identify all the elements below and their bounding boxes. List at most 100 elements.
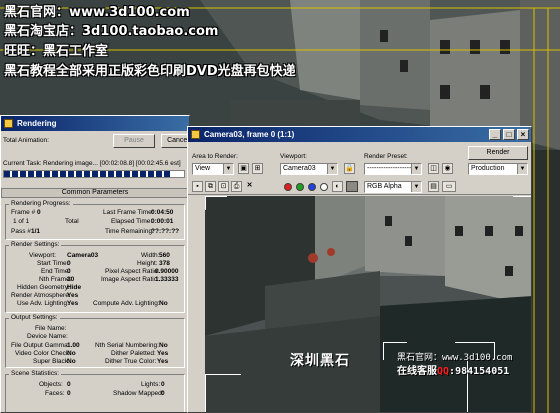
width-value: 560 bbox=[159, 252, 170, 259]
nth-serial-label: Nth Serial Numbering: bbox=[95, 342, 159, 349]
save-icon[interactable]: ▪ bbox=[192, 181, 203, 192]
super-black-label: Super Black: bbox=[33, 358, 70, 365]
common-parameters-rollout[interactable]: Common Parameters bbox=[1, 188, 189, 198]
frame-of-value: 1 of 1 bbox=[13, 218, 30, 225]
red-channel-icon[interactable] bbox=[284, 183, 292, 191]
print-icon[interactable]: ⎙ bbox=[231, 181, 242, 192]
scene-statistics-title: Scene Statistics: bbox=[9, 370, 62, 378]
lock-icon[interactable]: 🔒 bbox=[344, 163, 355, 174]
last-frame-time-value: 0:04:50 bbox=[151, 209, 174, 216]
rendered-image[interactable]: 深圳黑石 黑石官网：www.3d100.com 在线客服QQ:984154051 bbox=[205, 196, 531, 412]
video-color-check-label: Video Color Check: bbox=[15, 350, 71, 357]
height-value: 378 bbox=[159, 260, 170, 267]
dither-paletted-label: Dither Paletted: bbox=[111, 350, 156, 357]
toggle-ui-icon[interactable]: ▤ bbox=[428, 181, 439, 192]
pass-value: 1/1 bbox=[31, 228, 41, 235]
lights-value: 0 bbox=[161, 381, 165, 388]
render-setup-icon[interactable]: ◫ bbox=[428, 163, 439, 174]
rendering-dialog-title: Rendering bbox=[17, 119, 57, 128]
image-aspect-value: 1.33333 bbox=[155, 276, 179, 283]
teapot-icon bbox=[191, 130, 200, 139]
super-black-value: No bbox=[67, 358, 76, 365]
minimize-icon[interactable]: _ bbox=[489, 129, 501, 140]
watermark-brand: 深圳黑石 bbox=[290, 353, 350, 369]
compute-adv-lighting-label: Compute Adv. Lighting: bbox=[93, 300, 160, 307]
area-to-render-label: Area to Render: bbox=[192, 153, 238, 160]
use-adv-lighting-label: Use Adv. Lighting: bbox=[17, 300, 69, 307]
faces-value: 0 bbox=[67, 390, 71, 397]
progress-fill bbox=[4, 171, 172, 177]
render-atmosphere-label: Render Atmosphere: bbox=[11, 292, 71, 299]
rendering-progress-title: Rendering Progress: bbox=[9, 200, 73, 208]
end-time-value: 0 bbox=[67, 268, 71, 275]
clear-icon[interactable]: ✕ bbox=[244, 181, 255, 192]
hidden-geometry-value: Hide bbox=[67, 284, 82, 291]
render-preset-dropdown[interactable]: -------------------- ▼ bbox=[364, 163, 422, 175]
frame-window-titlebar[interactable]: Camera03, frame 0 (1:1) _ □ × bbox=[188, 127, 531, 142]
time-remaining-label: Time Remaining: bbox=[105, 228, 154, 235]
total-animation-label: Total Animation: bbox=[3, 137, 49, 144]
objects-value: 0 bbox=[67, 381, 71, 388]
elapsed-time-value: 0:00:01 bbox=[151, 218, 174, 225]
render-preset-label: Render Preset: bbox=[364, 153, 408, 160]
close-icon[interactable]: × bbox=[517, 129, 529, 140]
pause-button[interactable]: Pause bbox=[113, 134, 155, 148]
height-label: Height: bbox=[137, 260, 158, 267]
render-settings-title: Render Settings: bbox=[9, 241, 62, 249]
overlay-text-wangwang: 旺旺：黑石工作室 bbox=[4, 44, 109, 59]
file-name-label: File Name: bbox=[35, 325, 67, 332]
green-channel-icon[interactable] bbox=[296, 183, 304, 191]
render-button[interactable]: Render bbox=[468, 146, 528, 160]
dither-paletted-value: Yes bbox=[157, 350, 169, 357]
alpha-channel-icon[interactable] bbox=[320, 183, 328, 191]
frame-window-title: Camera03, frame 0 (1:1) bbox=[204, 130, 295, 139]
rendering-dialog-titlebar[interactable]: Rendering bbox=[1, 116, 189, 131]
edit-region-icon[interactable]: ▣ bbox=[238, 163, 249, 174]
current-task-progress-bar bbox=[3, 170, 185, 178]
chevron-down-icon: ▼ bbox=[327, 164, 337, 174]
output-settings-title: Output Settings: bbox=[9, 314, 60, 322]
start-time-value: 0 bbox=[67, 260, 71, 267]
file-output-gamma-value: 1.00 bbox=[67, 342, 80, 349]
file-output-gamma-label: File Output Gamma: bbox=[11, 342, 70, 349]
copy-icon[interactable]: ⧉ bbox=[205, 181, 216, 192]
viewport-dropdown[interactable]: Camera03 ▼ bbox=[280, 163, 338, 175]
toolbar-divider bbox=[188, 194, 531, 195]
common-parameters-label: Common Parameters bbox=[61, 189, 129, 196]
crop-corner-bottom-left bbox=[205, 374, 241, 412]
frame-value: 0 bbox=[37, 209, 41, 216]
maximize-icon[interactable]: □ bbox=[503, 129, 515, 140]
render-mode-value: Production bbox=[471, 165, 505, 172]
pixel-aspect-value: 0.90000 bbox=[155, 268, 179, 275]
frame-label: Frame # bbox=[11, 209, 36, 216]
toggle-overlay-icon[interactable]: ▭ bbox=[442, 181, 456, 192]
blue-channel-icon[interactable] bbox=[308, 183, 316, 191]
overlay-text-website: 黑石官网：www.3d100.com bbox=[4, 5, 190, 20]
current-task-label: Current Task: bbox=[3, 160, 42, 167]
watermark-qq: 在线客服QQ:984154051 bbox=[397, 362, 509, 377]
video-color-check-value: No bbox=[67, 350, 76, 357]
display-channel-dropdown[interactable]: RGB Alpha ▼ bbox=[364, 181, 422, 193]
auto-region-icon[interactable]: ⊞ bbox=[252, 163, 263, 174]
last-frame-time-label: Last Frame Time: bbox=[103, 209, 154, 216]
rendered-frame-window: Camera03, frame 0 (1:1) _ □ × Area to Re… bbox=[187, 126, 532, 413]
clone-icon[interactable]: ⊡ bbox=[218, 181, 229, 192]
watermark-qq-number: :984154051 bbox=[449, 366, 510, 377]
render-mode-dropdown[interactable]: Production ▼ bbox=[468, 163, 528, 175]
compute-adv-lighting-value: No bbox=[159, 300, 168, 307]
area-to-render-dropdown[interactable]: View ▼ bbox=[192, 163, 234, 175]
nth-serial-value: No bbox=[159, 342, 168, 349]
viewport-label: Viewport: bbox=[29, 252, 56, 259]
chevron-down-icon: ▼ bbox=[411, 182, 421, 192]
device-name-label: Device Name: bbox=[27, 333, 68, 340]
environment-icon[interactable]: ◉ bbox=[442, 163, 453, 174]
chevron-down-icon: ▼ bbox=[411, 164, 421, 174]
hidden-geometry-label: Hidden Geometry: bbox=[17, 284, 70, 291]
watermark-service-prefix: 在线客服 bbox=[397, 366, 437, 377]
display-channel-value: RGB Alpha bbox=[367, 183, 402, 190]
shadow-mapped-value: 0 bbox=[161, 390, 165, 397]
shadow-mapped-label: Shadow Mapped: bbox=[113, 390, 164, 397]
monochrome-icon[interactable]: ◐ bbox=[332, 181, 343, 192]
color-swatch[interactable] bbox=[346, 181, 358, 192]
cancel-button[interactable]: Cancel bbox=[161, 134, 189, 148]
